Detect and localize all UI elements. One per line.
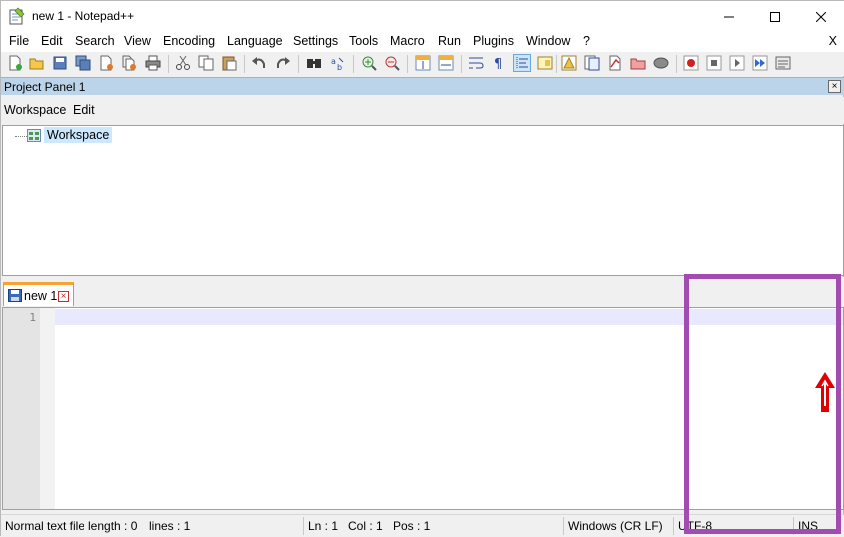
print-icon[interactable]	[145, 55, 161, 71]
menu-help[interactable]: ?	[583, 34, 590, 48]
document-list-icon[interactable]	[607, 55, 623, 71]
status-line: Ln : 1	[308, 519, 339, 533]
line-number-gutter: 1	[3, 308, 40, 509]
menu-macro[interactable]: Macro	[390, 34, 425, 48]
folder-workspace-icon[interactable]	[584, 55, 600, 71]
toolbar: ab ¶	[1, 52, 844, 76]
toolbar-separator	[676, 55, 677, 73]
project-panel-close-button[interactable]: ×	[828, 80, 841, 93]
find-icon[interactable]	[306, 55, 322, 71]
menu-edit[interactable]: Edit	[41, 34, 63, 48]
run-macro-multiple-icon[interactable]	[752, 55, 768, 71]
paste-icon[interactable]	[221, 55, 237, 71]
replace-icon[interactable]: ab	[330, 55, 346, 71]
save-all-icon[interactable]	[75, 55, 91, 71]
tab-new-1[interactable]: new 1 ×	[3, 282, 74, 306]
maximize-button[interactable]	[752, 1, 798, 32]
project-panel-titlebar: Project Panel 1 ×	[1, 77, 844, 95]
tree-item-workspace[interactable]: Workspace	[44, 127, 113, 143]
tab-label: new 1	[24, 289, 58, 303]
toolbar-separator	[168, 55, 169, 73]
zoom-out-icon[interactable]	[384, 55, 400, 71]
menu-tools[interactable]: Tools	[349, 34, 378, 48]
toolbar-separator	[298, 55, 299, 73]
notepadpp-app-icon	[9, 7, 25, 25]
status-eol[interactable]: Windows (CR LF)	[568, 519, 663, 533]
indent-guide-icon[interactable]	[513, 54, 531, 72]
workspace-icon	[27, 129, 41, 142]
sync-horizontal-icon[interactable]	[438, 55, 454, 71]
menu-file[interactable]: File	[9, 34, 29, 48]
tab-close-button[interactable]: ×	[58, 291, 69, 302]
menu-search[interactable]: Search	[75, 34, 115, 48]
word-wrap-icon[interactable]	[468, 55, 484, 71]
save-macro-icon[interactable]	[775, 55, 791, 71]
menu-run[interactable]: Run	[438, 34, 461, 48]
toolbar-separator	[244, 55, 245, 73]
project-panel-menu: Workspace Edit	[1, 97, 844, 124]
doc-map-icon[interactable]	[537, 55, 553, 71]
monitoring-icon[interactable]	[653, 55, 669, 71]
menu-language[interactable]: Language	[227, 34, 283, 48]
maximize-icon	[770, 11, 780, 22]
up-arrow-icon	[815, 372, 835, 412]
close-icon[interactable]	[98, 55, 114, 71]
cut-icon[interactable]	[175, 55, 191, 71]
open-file-icon[interactable]	[29, 55, 45, 71]
redo-icon[interactable]	[275, 55, 291, 71]
project-menu-workspace[interactable]: Workspace	[4, 103, 66, 117]
status-separator	[673, 517, 674, 535]
save-icon[interactable]	[52, 55, 68, 71]
svg-text:a: a	[331, 57, 336, 66]
unsaved-file-icon	[8, 289, 22, 302]
record-macro-icon[interactable]	[683, 55, 699, 71]
project-menu-edit[interactable]: Edit	[73, 103, 95, 117]
new-file-icon[interactable]	[7, 55, 23, 71]
status-column: Col : 1	[348, 519, 383, 533]
title-bar: new 1 - Notepad++	[1, 1, 844, 32]
status-lines: lines : 1	[149, 519, 191, 533]
status-length: length : 0	[88, 519, 138, 533]
zoom-in-icon[interactable]	[361, 55, 377, 71]
close-document-button[interactable]: X	[829, 34, 837, 48]
sync-vertical-icon[interactable]	[415, 55, 431, 71]
toolbar-separator	[461, 55, 462, 73]
minimize-button[interactable]	[706, 1, 752, 32]
project-panel-title: Project Panel 1	[4, 80, 86, 94]
close-window-button[interactable]	[798, 1, 844, 32]
menu-settings[interactable]: Settings	[293, 34, 338, 48]
notepadpp-window: new 1 - Notepad++ File Edit Search View …	[0, 0, 844, 537]
show-all-chars-icon[interactable]: ¶	[491, 55, 507, 71]
play-macro-icon[interactable]	[729, 55, 745, 71]
toolbar-separator	[556, 55, 557, 73]
minimize-icon	[724, 16, 734, 17]
status-separator	[303, 517, 304, 535]
line-number: 1	[29, 311, 36, 324]
project-tree: Workspace	[2, 125, 844, 276]
menu-window[interactable]: Window	[526, 34, 570, 48]
status-file-type: Normal text file	[5, 519, 84, 533]
menu-bar: File Edit Search View Encoding Language …	[1, 32, 844, 52]
menu-encoding[interactable]: Encoding	[163, 34, 215, 48]
copy-icon[interactable]	[198, 55, 214, 71]
close-icon	[816, 11, 826, 22]
window-title: new 1 - Notepad++	[32, 9, 135, 23]
toolbar-separator	[407, 55, 408, 73]
menu-plugins[interactable]: Plugins	[473, 34, 514, 48]
stop-macro-icon[interactable]	[706, 55, 722, 71]
fold-margin[interactable]	[40, 308, 55, 509]
project-panel-icon[interactable]	[630, 55, 646, 71]
status-separator	[563, 517, 564, 535]
tree-connector	[15, 136, 27, 137]
undo-icon[interactable]	[251, 55, 267, 71]
close-all-icon[interactable]	[121, 55, 137, 71]
toolbar-separator	[353, 55, 354, 73]
svg-text:b: b	[337, 63, 342, 71]
function-list-icon[interactable]	[561, 55, 577, 71]
status-position: Pos : 1	[393, 519, 431, 533]
menu-view[interactable]: View	[124, 34, 151, 48]
svg-text:¶: ¶	[494, 57, 502, 71]
